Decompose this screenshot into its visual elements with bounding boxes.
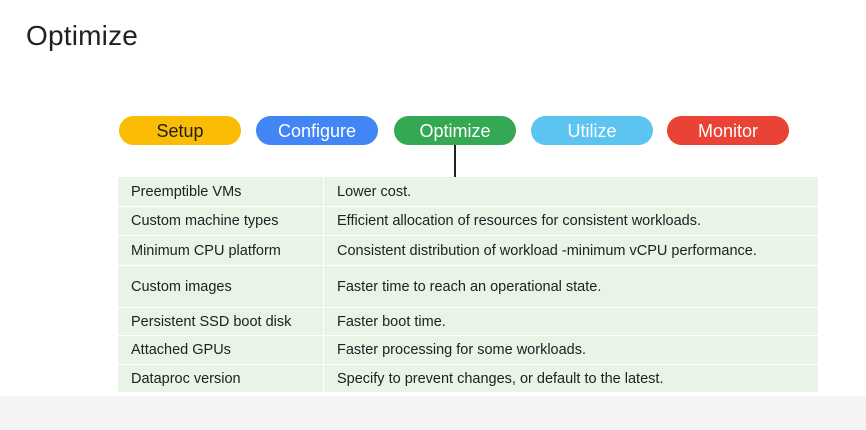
bottom-band xyxy=(0,396,866,430)
benefit-cell: Faster time to reach an operational stat… xyxy=(337,278,602,295)
benefit-cell: Lower cost. xyxy=(337,183,412,200)
feature-cell: Preemptible VMs xyxy=(131,183,242,200)
table-row: Dataproc version Specify to prevent chan… xyxy=(118,365,818,392)
step-monitor: Monitor xyxy=(667,116,789,145)
benefit-cell: Faster processing for some workloads. xyxy=(337,342,587,358)
step-setup: Setup xyxy=(119,116,241,145)
feature-cell: Custom images xyxy=(131,278,232,295)
table-row: Custom images Faster time to reach an op… xyxy=(118,266,818,307)
feature-cell: Persistent SSD boot disk xyxy=(131,313,292,330)
step-utilize: Utilize xyxy=(531,116,653,145)
benefit-cell: Specify to prevent changes, or default t… xyxy=(337,370,664,387)
active-step-connector xyxy=(454,145,456,177)
table-row: Custom machine types Efficient allocatio… xyxy=(118,207,818,235)
benefit-cell: Faster boot time. xyxy=(337,313,446,330)
feature-cell: Minimum CPU platform xyxy=(131,242,281,259)
feature-cell: Dataproc version xyxy=(131,370,241,387)
feature-cell: Custom machine types xyxy=(131,213,279,229)
table-row: Preemptible VMs Lower cost. xyxy=(118,177,818,206)
table-row: Minimum CPU platform Consistent distribu… xyxy=(118,236,818,265)
step-optimize: Optimize xyxy=(394,116,516,145)
step-configure: Configure xyxy=(256,116,378,145)
table-row: Attached GPUs Faster processing for some… xyxy=(118,336,818,364)
optimize-table: Preemptible VMs Lower cost. Custom machi… xyxy=(118,177,818,392)
table-row: Persistent SSD boot disk Faster boot tim… xyxy=(118,308,818,335)
page-title: Optimize xyxy=(26,20,139,51)
feature-cell: Attached GPUs xyxy=(131,342,231,358)
benefit-cell: Efficient allocation of resources for co… xyxy=(337,213,702,229)
benefit-cell: Consistent distribution of workload -min… xyxy=(337,242,757,259)
